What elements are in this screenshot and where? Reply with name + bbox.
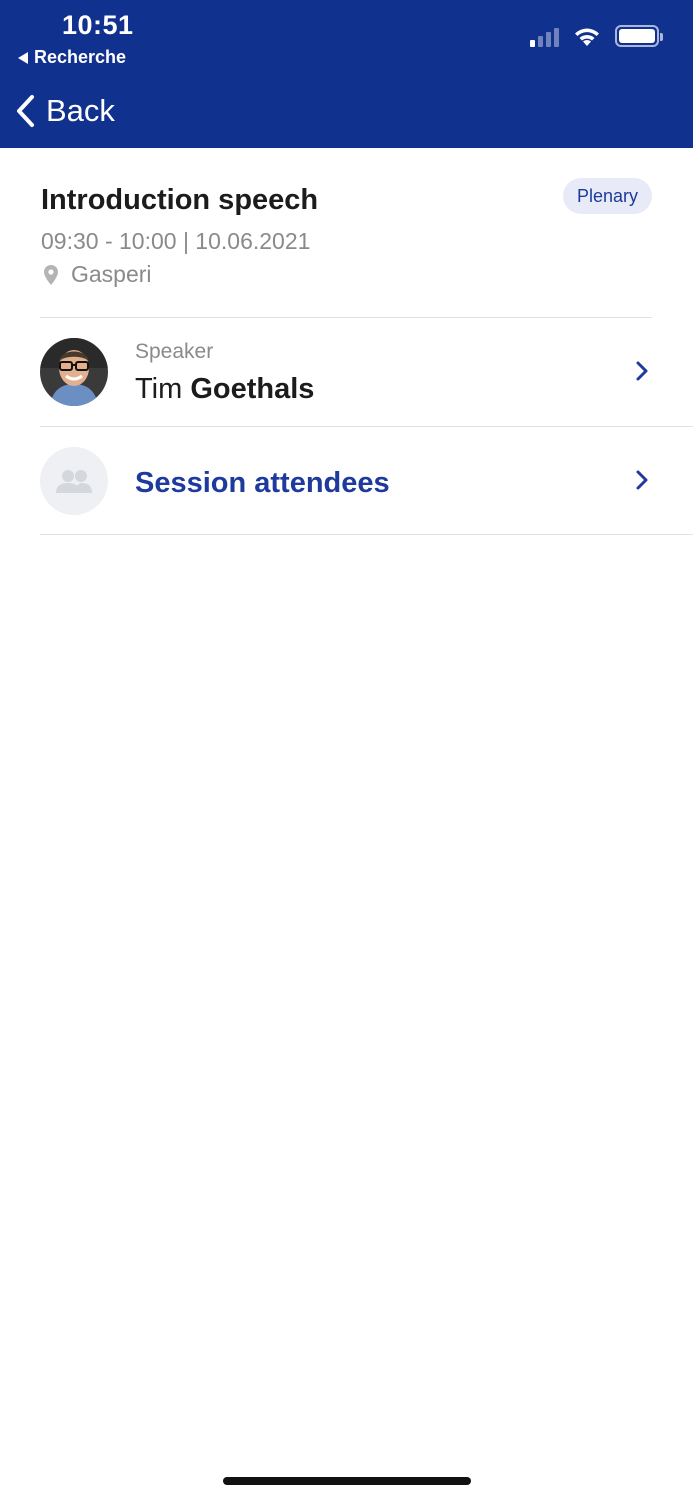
session-type-badge: Plenary [562,178,652,214]
session-time-range: 09:30 - 10:00 | 10.06.2021 [41,228,311,254]
chevron-right-icon [636,470,648,490]
session-attendees-label: Session attendees [135,467,390,499]
attendees-avatar [40,447,108,515]
divider [40,534,693,535]
back-to-app-label: Recherche [34,47,127,67]
chevron-left-icon [17,95,34,127]
speaker-first-name: Tim [135,373,183,405]
home-indicator[interactable] [223,1477,471,1485]
session-title: Introduction speech [41,184,319,216]
battery-icon [615,25,663,47]
session-attendees-row[interactable]: Session attendees [0,427,693,535]
cellular-signal-icon [530,25,559,47]
chevron-right-icon [636,361,648,381]
map-pin-icon [44,264,58,285]
back-to-app-link[interactable]: Recherche [18,47,126,68]
speaker-row[interactable]: Speaker Tim Goethals [0,318,693,426]
back-triangle-icon [18,51,28,64]
status-indicators [530,25,663,47]
wifi-icon [575,28,599,46]
location-label: Gasperi [71,261,152,287]
people-icon [56,470,92,493]
speaker-label: Speaker [135,340,214,363]
top-bar: 10:51 Recherche Back [0,0,693,148]
speaker-last-name: Goethals [190,373,315,405]
session-location: Gasperi [43,261,152,288]
back-button[interactable]: Back [14,93,115,129]
back-label: Back [46,93,115,128]
speaker-name: Tim Goethals [135,373,314,406]
status-time: 10:51 [62,10,134,40]
speaker-avatar [40,338,108,406]
